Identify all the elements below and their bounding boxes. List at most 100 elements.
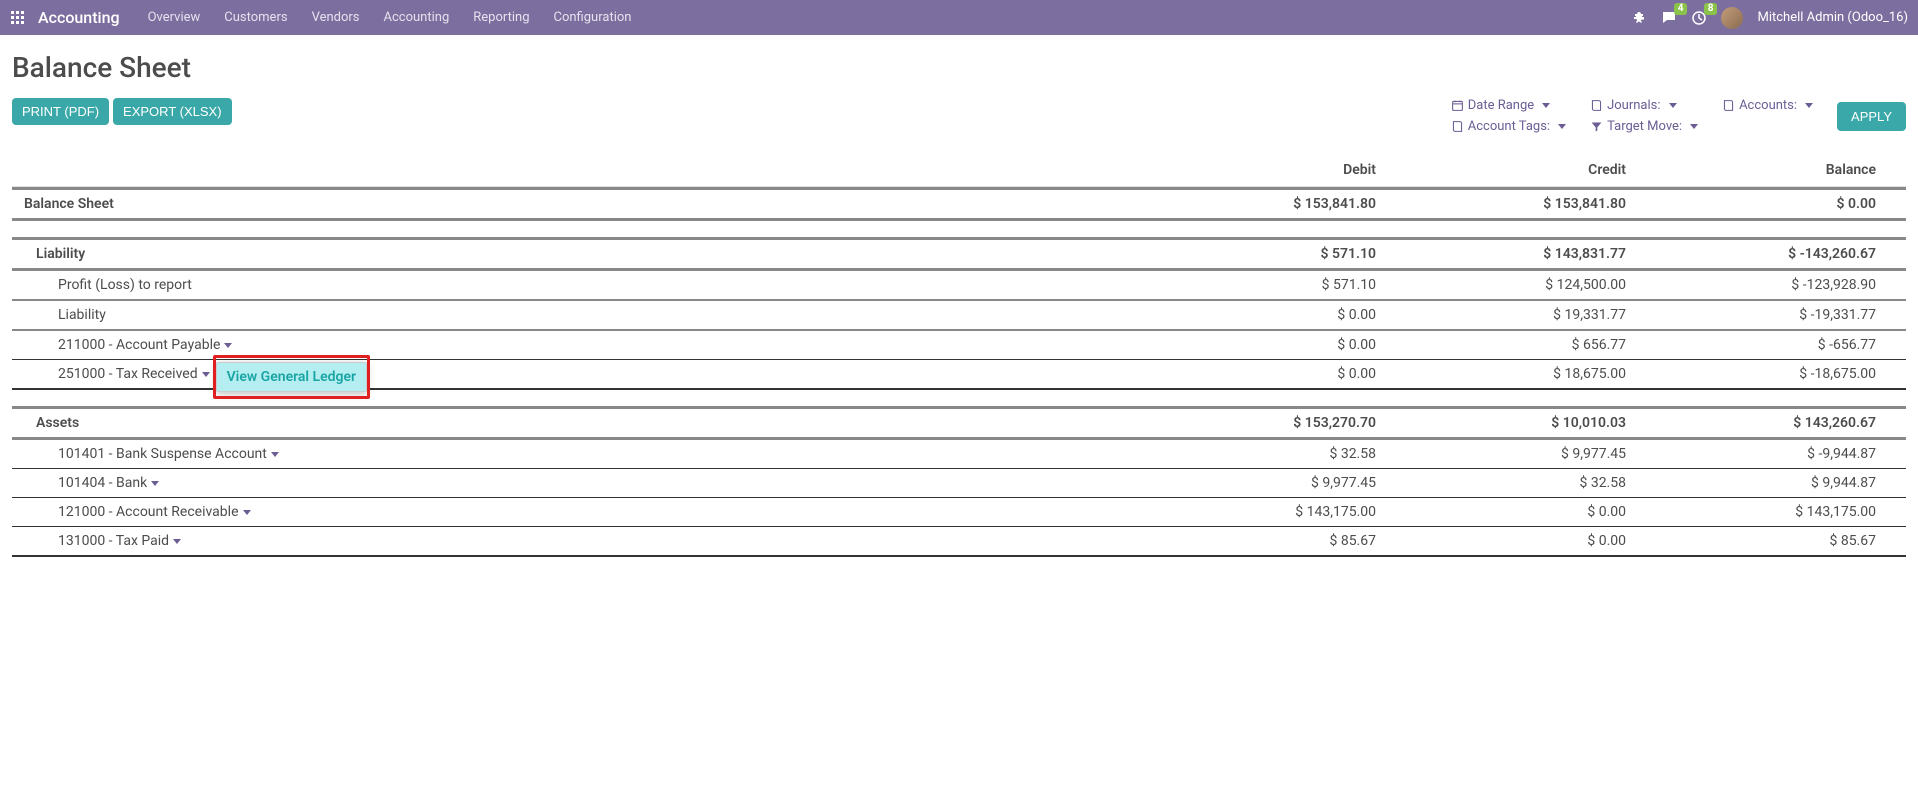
cell-credit: $ 0.00 (1406, 498, 1656, 526)
row-name: Liability (12, 301, 1226, 329)
top-navbar: Accounting Overview Customers Vendors Ac… (0, 0, 1918, 35)
cell-balance: $ 0.00 (1656, 190, 1906, 218)
print-pdf-button[interactable]: PRINT (PDF) (12, 98, 109, 125)
nav-links: Overview Customers Vendors Accounting Re… (138, 4, 642, 31)
activity-badge: 8 (1704, 3, 1718, 15)
report-row[interactable]: 131000 - Tax Paid$ 85.67$ 0.00$ 85.67 (12, 527, 1906, 557)
cell-credit: $ 124,500.00 (1406, 271, 1656, 299)
cell-credit: $ 10,010.03 (1406, 409, 1656, 437)
report-table: Debit Credit Balance Balance Sheet $ 153,… (12, 154, 1906, 557)
row-label: 211000 - Account Payable (58, 337, 220, 353)
filter-journals[interactable]: Journals: (1590, 98, 1698, 113)
activity-icon[interactable]: 8 (1691, 10, 1707, 26)
cell-balance: $ -9,944.87 (1656, 440, 1906, 468)
report-rows: Balance Sheet$ 153,841.80$ 153,841.80$ 0… (12, 187, 1906, 557)
row-name: 101404 - Bank (12, 469, 1226, 497)
chevron-down-icon[interactable] (224, 343, 232, 348)
nav-link-vendors[interactable]: Vendors (302, 4, 370, 31)
row-name: Assets (12, 409, 1226, 437)
nav-link-configuration[interactable]: Configuration (544, 4, 642, 31)
cell-debit: $ 571.10 (1226, 271, 1406, 299)
chevron-down-icon[interactable] (151, 481, 159, 486)
row-name: 121000 - Account Receivable (12, 498, 1226, 526)
row-label: Liability (58, 307, 106, 323)
cell-balance: $ 143,175.00 (1656, 498, 1906, 526)
nav-link-overview[interactable]: Overview (138, 4, 211, 31)
bug-icon[interactable] (1631, 10, 1647, 26)
filter-target-move[interactable]: Target Move: (1590, 119, 1698, 134)
row-label: 131000 - Tax Paid (58, 533, 169, 549)
view-general-ledger-item[interactable]: View General Ledger (217, 363, 366, 391)
cell-debit: $ 153,841.80 (1226, 190, 1406, 218)
cell-debit: $ 0.00 (1226, 301, 1406, 329)
cell-balance: $ -123,928.90 (1656, 271, 1906, 299)
controls-row: PRINT (PDF) EXPORT (XLSX) Date Range Jou… (12, 98, 1906, 134)
cell-credit: $ 18,675.00 (1406, 360, 1656, 388)
row-label: Profit (Loss) to report (58, 277, 192, 293)
row-name: Liability (12, 240, 1226, 268)
nav-link-reporting[interactable]: Reporting (463, 4, 539, 31)
cell-balance: $ 9,944.87 (1656, 469, 1906, 497)
row-label: Balance Sheet (24, 196, 114, 212)
chevron-down-icon[interactable] (243, 510, 251, 515)
avatar[interactable] (1721, 7, 1743, 29)
report-row: Liability$ 0.00$ 19,331.77$ -19,331.77 (12, 301, 1906, 331)
report-row[interactable]: 251000 - Tax ReceivedView General Ledger… (12, 360, 1906, 390)
cell-debit: $ 9,977.45 (1226, 469, 1406, 497)
cell-balance: $ -19,331.77 (1656, 301, 1906, 329)
messages-icon[interactable]: 4 (1661, 10, 1677, 26)
filter-account-tags[interactable]: Account Tags: (1451, 119, 1566, 134)
apply-button[interactable]: APPLY (1837, 102, 1906, 131)
report-header: Debit Credit Balance (12, 154, 1906, 187)
chevron-down-icon[interactable] (173, 539, 181, 544)
row-name: Profit (Loss) to report (12, 271, 1226, 299)
app-brand[interactable]: Accounting (38, 8, 120, 27)
cell-credit: $ 9,977.45 (1406, 440, 1656, 468)
chevron-down-icon[interactable] (271, 452, 279, 457)
cell-debit: $ 0.00 (1226, 331, 1406, 359)
cell-credit: $ 143,831.77 (1406, 240, 1656, 268)
navbar-right: 4 8 Mitchell Admin (Odoo_16) (1631, 7, 1908, 29)
cell-balance: $ -18,675.00 (1656, 360, 1906, 388)
cell-debit: $ 571.10 (1226, 240, 1406, 268)
report-row[interactable]: 121000 - Account Receivable$ 143,175.00$… (12, 498, 1906, 527)
nav-link-accounting[interactable]: Accounting (374, 4, 460, 31)
chevron-down-icon (1690, 124, 1698, 129)
report-row[interactable]: 101401 - Bank Suspense Account $ 32.58$ 9… (12, 440, 1906, 469)
report-row: Profit (Loss) to report $ 571.10$ 124,500… (12, 271, 1906, 301)
user-menu[interactable]: Mitchell Admin (Odoo_16) (1757, 10, 1908, 25)
cell-debit: $ 32.58 (1226, 440, 1406, 468)
cell-balance: $ 143,260.67 (1656, 409, 1906, 437)
filter-target-move-label: Target Move: (1607, 119, 1682, 134)
chevron-down-icon (1805, 103, 1813, 108)
filter-date-range-label: Date Range (1468, 98, 1534, 113)
cell-debit: $ 153,270.70 (1226, 409, 1406, 437)
export-xlsx-button[interactable]: EXPORT (XLSX) (113, 98, 232, 125)
report-row[interactable]: 101404 - Bank$ 9,977.45$ 32.58$ 9,944.87 (12, 469, 1906, 498)
report-row: Liability $ 571.10$ 143,831.77$ -143,260.… (12, 237, 1906, 271)
filter-accounts[interactable]: Accounts: (1722, 98, 1813, 113)
filter-icon (1590, 120, 1603, 133)
filter-accounts-label: Accounts: (1739, 98, 1797, 113)
chevron-down-icon (1669, 103, 1677, 108)
nav-link-customers[interactable]: Customers (214, 4, 297, 31)
controls-left: PRINT (PDF) EXPORT (XLSX) (12, 98, 232, 125)
calendar-icon (1451, 99, 1464, 112)
cell-balance: $ -143,260.67 (1656, 240, 1906, 268)
row-name: 251000 - Tax ReceivedView General Ledger (12, 360, 1226, 388)
page-title: Balance Sheet (12, 51, 1906, 84)
filter-journals-label: Journals: (1607, 98, 1660, 113)
chevron-down-icon[interactable] (202, 372, 210, 377)
filter-date-range[interactable]: Date Range (1451, 98, 1566, 113)
row-label: 101401 - Bank Suspense Account (58, 446, 267, 462)
chevron-down-icon (1558, 124, 1566, 129)
cell-debit: $ 143,175.00 (1226, 498, 1406, 526)
row-label: Liability (36, 246, 85, 262)
apps-icon[interactable] (10, 10, 26, 26)
book-icon (1590, 99, 1603, 112)
chevron-down-icon (1542, 103, 1550, 108)
report-row: Balance Sheet$ 153,841.80$ 153,841.80$ 0… (12, 187, 1906, 221)
filter-account-tags-label: Account Tags: (1468, 119, 1550, 134)
report-row[interactable]: 211000 - Account Payable$ 0.00$ 656.77$ … (12, 331, 1906, 360)
row-name: 101401 - Bank Suspense Account (12, 440, 1226, 468)
